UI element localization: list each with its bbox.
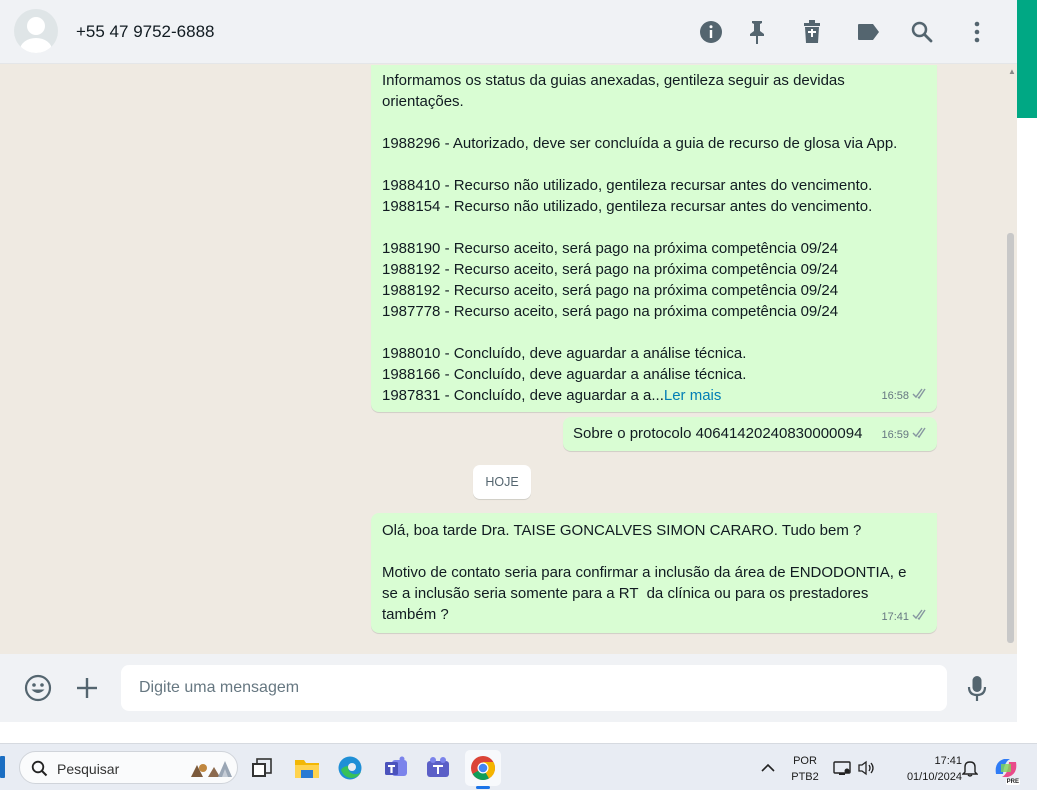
window-bottom-edge — [0, 722, 1017, 743]
chrome-browser-icon[interactable] — [465, 750, 501, 786]
message-input[interactable] — [121, 665, 947, 711]
message-bubble[interactable]: Olá, boa tarde Dra. TAISE GONCALVES SIMO… — [371, 513, 937, 633]
scroll-up-arrow[interactable]: ▲ — [1008, 67, 1016, 76]
contact-name[interactable]: +55 47 9752-6888 — [76, 22, 215, 42]
keyboard-layout: PTB2 — [791, 771, 819, 783]
read-more-link[interactable]: Ler mais — [664, 387, 722, 404]
message-text: Sobre o protocolo 40641420240830000094 — [573, 425, 863, 442]
attach-plus-icon[interactable] — [75, 676, 99, 700]
message-text: Olá, boa tarde Dra. TAISE GONCALVES SIMO… — [382, 522, 907, 623]
tray-overflow-chevron-icon[interactable] — [750, 750, 786, 786]
notification-bell-icon[interactable] — [958, 750, 982, 786]
chrome-active-indicator — [476, 786, 490, 789]
window-edge — [1017, 118, 1037, 743]
label-icon[interactable] — [855, 19, 881, 45]
taskbar-clock[interactable]: 17:41 01/10/2024 — [886, 753, 962, 785]
info-icon[interactable] — [698, 19, 724, 45]
clock-time: 17:41 — [934, 755, 962, 767]
taskbar-search-icon — [31, 760, 48, 777]
input-language-indicator[interactable]: POR PTB2 — [788, 753, 822, 785]
volume-icon[interactable] — [856, 750, 876, 786]
double-check-icon — [912, 607, 928, 628]
taskbar-search-box[interactable]: Pesquisar — [19, 751, 238, 784]
emoji-icon[interactable] — [24, 674, 52, 702]
edge-browser-icon[interactable] — [332, 750, 368, 786]
message-text: Informamos os status da guias anexadas, … — [382, 72, 898, 404]
double-check-icon — [912, 386, 928, 407]
start-button-edge[interactable] — [0, 756, 5, 778]
language-code: POR — [793, 755, 817, 767]
search-icon[interactable] — [909, 19, 935, 45]
network-icon[interactable] — [832, 750, 852, 786]
chat-header: +55 47 9752-6888 — [0, 0, 1017, 64]
message-bubble[interactable]: Sobre o protocolo 40641420240830000094 1… — [563, 417, 937, 451]
menu-icon[interactable] — [964, 19, 990, 45]
windows-taskbar: Pesquisar POR PTB2 17:41 01/10/2024 PRE — [0, 743, 1037, 790]
taskbar-search-label: Pesquisar — [57, 761, 120, 777]
search-highlight-illustration — [191, 761, 232, 777]
teams-work-icon[interactable] — [420, 750, 456, 786]
message-time: 16:59 — [881, 429, 909, 441]
copilot-preview-badge: PRE — [1005, 779, 1020, 785]
date-separator: HOJE — [473, 465, 531, 499]
double-check-icon — [912, 425, 928, 446]
pin-icon[interactable] — [744, 19, 770, 45]
copilot-icon[interactable]: PRE — [990, 750, 1022, 786]
message-list[interactable]: ▲ Informamos os status da guias anexadas… — [0, 65, 1017, 654]
clock-date: 01/10/2024 — [906, 771, 962, 783]
message-bubble[interactable]: Informamos os status da guias anexadas, … — [371, 65, 937, 412]
task-view-icon[interactable] — [244, 750, 280, 786]
message-time: 16:58 — [881, 390, 909, 402]
teams-icon[interactable] — [378, 750, 414, 786]
contact-avatar[interactable] — [14, 9, 58, 53]
microphone-icon[interactable] — [965, 674, 989, 704]
message-composer — [0, 654, 1017, 722]
window-accent-strip — [1017, 0, 1037, 118]
message-time: 17:41 — [881, 611, 909, 623]
delete-icon[interactable] — [799, 19, 825, 45]
file-explorer-icon[interactable] — [289, 750, 325, 786]
chat-scrollbar[interactable] — [1007, 233, 1014, 643]
